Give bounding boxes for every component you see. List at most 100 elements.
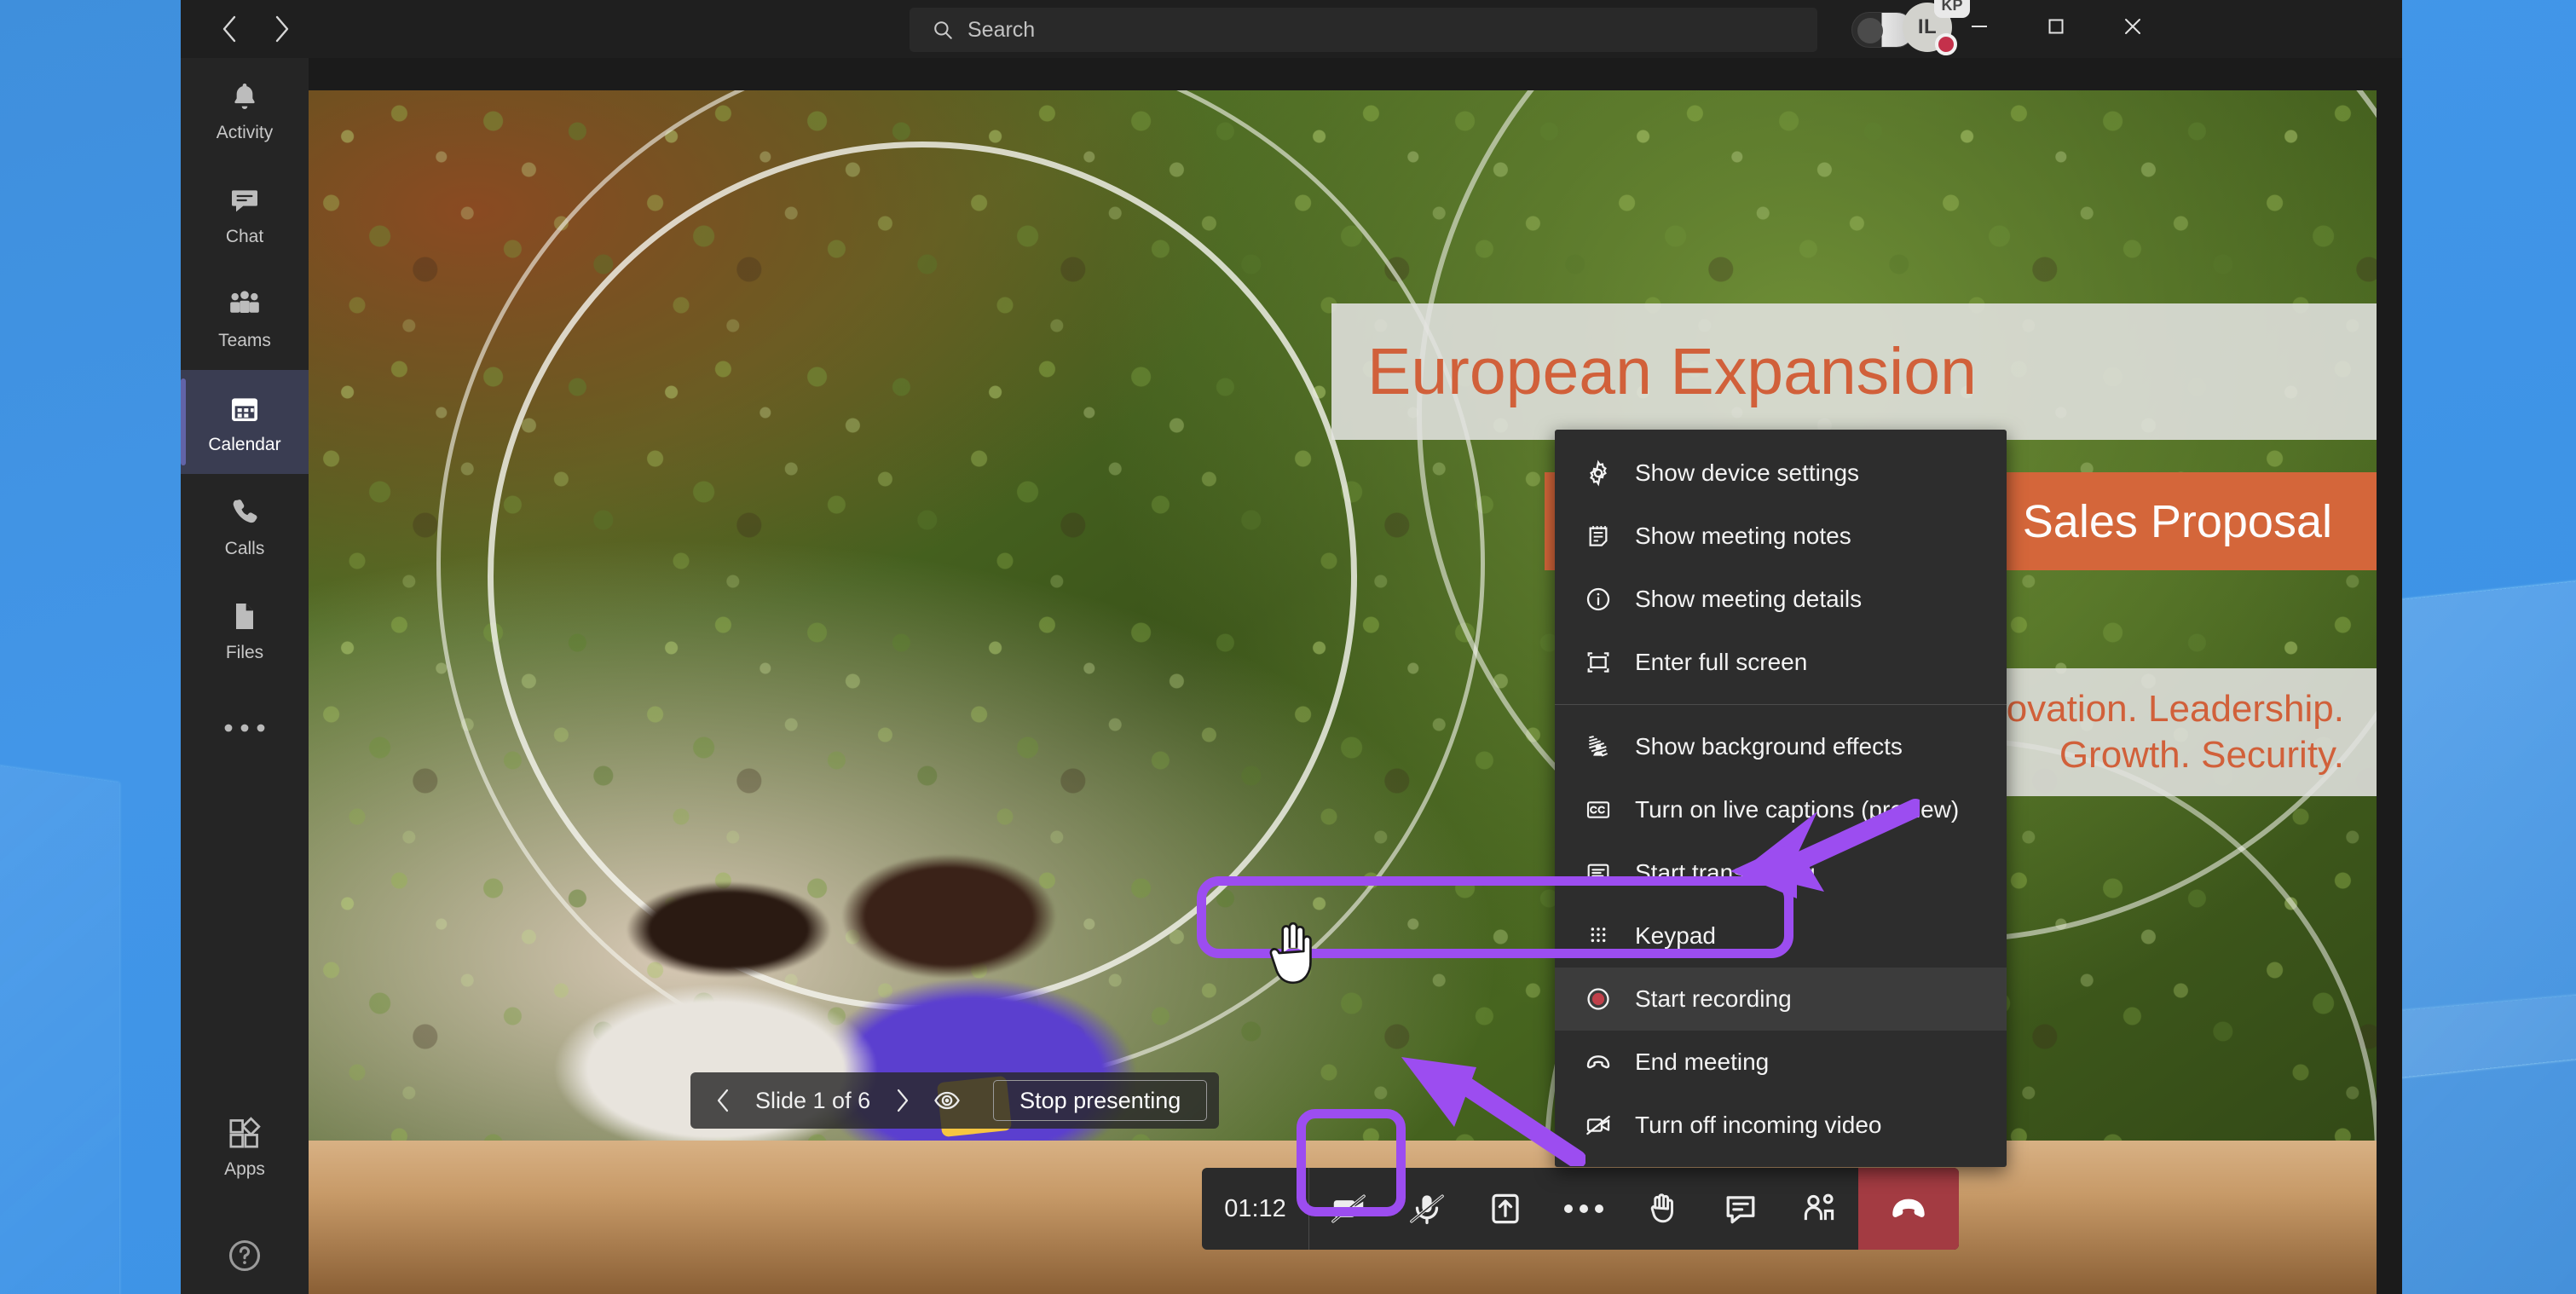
meeting-timer: 01:12 [1202,1168,1309,1250]
back-button[interactable] [215,14,244,43]
chevron-left-icon [717,1089,729,1112]
menu-item-label: End meeting [1635,1048,1770,1075]
participants-icon [1804,1193,1834,1221]
menu-item-show-device-settings[interactable]: Show device settings [1555,442,2007,505]
sidebar-item-files[interactable]: Files [181,578,309,682]
transcript-icon [1584,858,1613,887]
previous-slide-button[interactable] [702,1080,743,1121]
microphone-toggle-button[interactable] [1388,1168,1466,1250]
chat-bubble-icon [225,181,264,220]
menu-item-start-recording[interactable]: Start recording [1555,968,2007,1031]
menu-item-label: Start transcribing [1635,859,1816,886]
gear-icon [1584,459,1613,488]
toggle-knob [1857,18,1883,43]
menu-item-label: Show meeting notes [1635,523,1851,549]
sidebar-item-help[interactable] [181,1209,309,1294]
calendar-icon [225,389,264,428]
camera-off-icon [1331,1194,1366,1223]
menu-item-label: Show background effects [1635,733,1903,760]
history-nav [215,14,297,43]
app-rail: Activity Chat Teams Calendar Calls Files… [181,58,309,1294]
menu-item-label: Turn off incoming video [1635,1112,1882,1138]
presenter-controls: Slide 1 of 6 Stop presenting [690,1072,1220,1129]
menu-item-show-background-effects[interactable]: Show background effects [1555,715,2007,778]
menu-item-label: Keypad [1635,922,1716,949]
minimize-icon [1972,26,1987,27]
shared-content-video: European Expansion Sales Proposal Innova… [309,90,2377,1294]
sidebar-item-label: Chat [225,227,264,246]
meeting-control-bar: 01:12 [1202,1168,1959,1250]
help-circle-icon [228,1239,261,1272]
sidebar-item-apps[interactable]: Apps [181,1095,309,1199]
participants-button[interactable] [1780,1168,1858,1250]
chat-icon [1726,1196,1755,1224]
background-effects-icon [1584,732,1613,761]
raise-hand-button[interactable] [1623,1168,1701,1250]
menu-item-start-transcribing[interactable]: Start transcribing [1555,841,2007,904]
menu-item-label: Turn on live captions (preview) [1635,796,1960,823]
minimize-button[interactable] [1941,0,2018,53]
maximize-button[interactable] [2018,0,2094,53]
forward-button[interactable] [268,14,297,43]
close-icon [2125,19,2140,34]
info-icon [1584,585,1613,614]
record-icon [1584,985,1613,1014]
share-content-button[interactable] [1466,1168,1545,1250]
leave-call-button[interactable] [1858,1168,1959,1250]
menu-item-label: Show meeting details [1635,586,1863,612]
hangup-icon [1892,1199,1925,1217]
menu-item-end-meeting[interactable]: End meeting [1555,1031,2007,1094]
menu-item-label: Start recording [1635,985,1792,1012]
notes-icon [1584,522,1613,551]
bell-icon [225,77,264,116]
end-call-icon [1584,1048,1613,1077]
sidebar-item-label: Calls [224,539,265,558]
stop-presenting-button[interactable]: Stop presenting [993,1080,1208,1121]
raise-hand-icon [1650,1193,1673,1223]
sidebar-item-calendar[interactable]: Calendar [181,370,309,474]
teams-window: IL KP [181,0,2402,1294]
sidebar-item-activity[interactable]: Activity [181,58,309,162]
menu-item-turn-on-live-captions[interactable]: Turn on live captions (preview) [1555,778,2007,841]
sidebar-more-button[interactable] [181,682,309,774]
private-view-button[interactable] [927,1080,967,1121]
chevron-right-icon [275,15,289,43]
phone-icon [225,493,264,532]
menu-item-label: Enter full screen [1635,649,1808,675]
next-slide-button[interactable] [882,1080,923,1121]
people-icon [225,285,264,324]
search-container [910,8,1817,52]
menu-item-show-meeting-notes[interactable]: Show meeting notes [1555,505,2007,568]
sidebar-item-label: Files [225,643,264,662]
close-button[interactable] [2094,0,2171,53]
ellipsis-icon [224,724,265,732]
chevron-left-icon [222,15,236,43]
sidebar-item-label: Apps [224,1159,265,1179]
conversation-button[interactable] [1701,1168,1780,1250]
meeting-stage: European Expansion Sales Proposal Innova… [309,58,2402,1294]
menu-item-label: Show device settings [1635,459,1860,486]
title-bar: IL KP [181,0,2402,58]
cc-icon [1584,795,1613,824]
sidebar-item-label: Activity [216,123,274,142]
wallpaper-shape [0,751,119,1294]
slide-counter: Slide 1 of 6 [755,1087,871,1113]
more-actions-button[interactable] [1545,1168,1623,1250]
sidebar-item-chat[interactable]: Chat [181,162,309,266]
search-input[interactable] [910,8,1817,52]
keypad-icon [1584,921,1613,950]
menu-separator [1555,704,2007,705]
menu-item-turn-off-incoming-video[interactable]: Turn off incoming video [1555,1094,2007,1157]
menu-item-keypad[interactable]: Keypad [1555,904,2007,968]
file-icon [225,597,264,636]
share-screen-icon [1492,1193,1519,1224]
sidebar-item-label: Teams [218,331,271,350]
sidebar-item-teams[interactable]: Teams [181,266,309,370]
maximize-icon [2048,19,2064,34]
sidebar-item-calls[interactable]: Calls [181,474,309,578]
camera-toggle-button[interactable] [1309,1168,1388,1250]
menu-item-show-meeting-details[interactable]: Show meeting details [1555,568,2007,631]
menu-item-enter-full-screen[interactable]: Enter full screen [1555,631,2007,694]
sidebar-item-label: Calendar [208,435,281,454]
eye-icon [934,1091,960,1110]
